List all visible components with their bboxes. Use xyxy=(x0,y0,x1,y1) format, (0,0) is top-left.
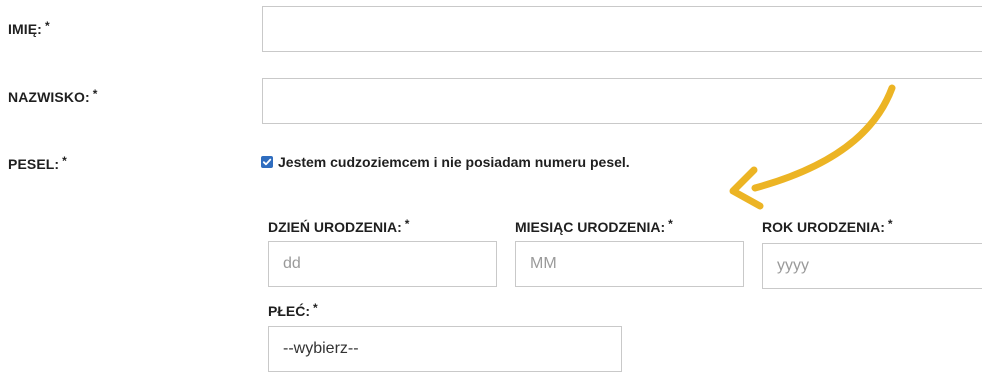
gender-label-text: PŁEĆ: xyxy=(268,303,310,319)
gender-select-value: --wybierz-- xyxy=(283,340,359,357)
birth-month-label: MIESIĄC URODZENIA: * xyxy=(515,217,673,235)
last-name-label-text: NAZWISKO: xyxy=(8,89,90,105)
required-asterisk: * xyxy=(92,87,98,101)
birth-year-label: ROK URODZENIA: * xyxy=(762,217,893,235)
foreigner-checkbox[interactable] xyxy=(261,156,273,168)
gender-select[interactable]: --wybierz-- xyxy=(268,326,622,372)
first-name-input[interactable] xyxy=(262,6,982,52)
required-asterisk: * xyxy=(44,19,50,33)
required-asterisk: * xyxy=(404,217,410,231)
last-name-input[interactable] xyxy=(262,78,982,124)
birth-day-input[interactable] xyxy=(268,241,497,287)
required-asterisk: * xyxy=(313,301,318,315)
pesel-label: PESEL: * xyxy=(8,154,67,172)
required-asterisk: * xyxy=(668,217,673,231)
birth-day-label-text: DZIEŃ URODZENIA: xyxy=(268,219,402,235)
birth-year-input[interactable] xyxy=(762,243,982,289)
foreigner-checkbox-row[interactable]: Jestem cudzoziemcem i nie posiadam numer… xyxy=(261,154,630,170)
gender-label: PŁEĆ: * xyxy=(268,301,318,319)
foreigner-checkbox-label: Jestem cudzoziemcem i nie posiadam numer… xyxy=(278,154,630,170)
birth-month-input[interactable] xyxy=(515,241,744,287)
required-asterisk: * xyxy=(887,217,893,231)
birth-month-label-text: MIESIĄC URODZENIA: xyxy=(515,219,666,235)
pesel-label-text: PESEL: xyxy=(8,156,60,172)
first-name-label: IMIĘ: * xyxy=(8,19,50,37)
checkmark-icon xyxy=(262,158,272,166)
first-name-label-text: IMIĘ: xyxy=(8,21,42,37)
required-asterisk: * xyxy=(62,154,67,168)
birth-year-label-text: ROK URODZENIA: xyxy=(762,219,885,235)
annotation-arrow-icon xyxy=(729,84,896,210)
last-name-label: NAZWISKO: * xyxy=(8,87,98,105)
birth-day-label: DZIEŃ URODZENIA: * xyxy=(268,217,410,235)
